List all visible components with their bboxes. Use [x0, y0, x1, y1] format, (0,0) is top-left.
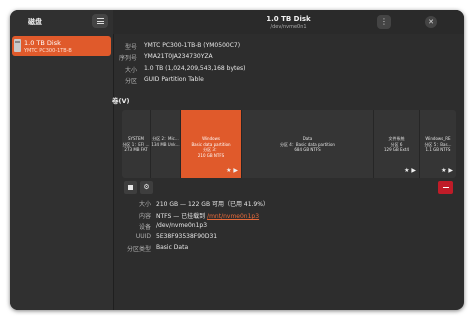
close-icon: ✕ [428, 17, 434, 26]
window-subtitle: /dev/nvme0n1 [270, 24, 307, 30]
sidebar-item-disk[interactable]: 1.0 TB Disk YMTC PC300-1TB-B [12, 36, 111, 56]
partition-options-button[interactable]: ⚙ [140, 181, 153, 194]
drive-icon [14, 39, 21, 52]
partition-segment[interactable]: Data 分区 4：Basic data partition 684 GB NT… [242, 110, 374, 178]
gear-icon: ⚙ [143, 183, 150, 191]
serial-value: YMA21T0JA234730YZA [144, 53, 213, 60]
vol-content-label: 内容 [138, 213, 151, 220]
more-vert-icon: ⋮ [380, 17, 388, 26]
mount-star-play-icon: ★ ▶ [226, 167, 238, 174]
vol-type-label: 分区类型 [126, 246, 151, 253]
window-title: 1.0 TB Disk [266, 15, 311, 23]
vol-uuid-value: 5E38F93538F90D31 [156, 233, 218, 240]
partition-label: Windows_RE 分区 5：Bas… 1.1 GB NTFS [424, 136, 452, 152]
partition-label: 分区 2：Mic… 134 MB Unk… [151, 136, 180, 147]
serial-label: 序列号 [118, 55, 137, 62]
vol-content-value: NTFS — 已挂载到 /mnt/nvme0n1p3 [156, 211, 259, 220]
vol-size-value: 210 GB — 122 GB 可用（已用 41.9%） [156, 201, 269, 208]
partition-segment-selected[interactable]: Windows Basic data partition 分区 3： 210 G… [181, 110, 242, 178]
partition-segment[interactable]: Windows_RE 分区 5：Bas… 1.1 GB NTFS ★ ▶ [420, 110, 456, 178]
more-menu-button[interactable]: ⋮ [377, 15, 391, 29]
sidebar: 1.0 TB Disk YMTC PC300-1TB-B [10, 34, 114, 310]
partition-label: Data 分区 4：Basic data partition 684 GB NT… [280, 136, 335, 152]
model-value: YMTC PC300-1TB-B (YM0500C7) [144, 42, 241, 49]
main-menu-button[interactable] [92, 14, 108, 28]
sidebar-header: 磁盘 [10, 10, 113, 34]
disk-model: YMTC PC300-1TB-B [24, 48, 72, 54]
partitioning-label: 分区 [124, 78, 137, 85]
vol-device-label: 设备 [138, 224, 151, 231]
vol-size-label: 大小 [138, 201, 151, 208]
model-label: 型号 [124, 44, 137, 51]
size-label: 大小 [124, 67, 137, 74]
volumes-heading: 卷(V) [112, 97, 130, 105]
partition-label: Windows Basic data partition 分区 3： 210 G… [191, 136, 231, 158]
vol-content-prefix: NTFS — 已挂载到 [156, 213, 206, 220]
unmount-button[interactable] [124, 181, 137, 194]
close-button[interactable]: ✕ [425, 16, 437, 28]
partition-segment[interactable]: 分区 2：Mic… 134 MB Unk… [151, 110, 181, 178]
stop-icon [128, 185, 133, 190]
size-value: 1.0 TB (1,024,209,543,168 bytes) [144, 65, 246, 72]
partitioning-value: GUID Partition Table [144, 76, 204, 83]
vol-type-value: Basic Data [156, 244, 189, 251]
partition-label: SYSTEM 分区 1：EFI … 273 MB FAT [122, 136, 150, 152]
app-title: 磁盘 [28, 18, 42, 26]
delete-partition-button[interactable] [438, 181, 453, 194]
partition-label: 文件系统 分区 6 129 GB Ext4 [383, 136, 410, 152]
partition-segment[interactable]: 文件系统 分区 6 129 GB Ext4 ★ ▶ [374, 110, 420, 178]
partition-segment[interactable]: SYSTEM 分区 1：EFI … 273 MB FAT [122, 110, 151, 178]
disks-window: 磁盘 1.0 TB Disk YMTC PC300-1TB-B 1.0 TB D… [10, 10, 464, 310]
mount-star-play-icon: ★ ▶ [441, 167, 453, 174]
vol-device-value: /dev/nvme0n1p3 [156, 222, 208, 229]
hamburger-icon [96, 18, 104, 24]
minus-icon [442, 186, 449, 189]
partition-map: SYSTEM 分区 1：EFI … 273 MB FAT 分区 2：Mic… 1… [122, 110, 456, 178]
vol-uuid-label: UUID [135, 233, 151, 240]
disk-name: 1.0 TB Disk [24, 39, 61, 47]
mount-star-play-icon: ★ ▶ [404, 167, 416, 174]
mount-point-link[interactable]: /mnt/nvme0n1p3 [207, 213, 259, 220]
